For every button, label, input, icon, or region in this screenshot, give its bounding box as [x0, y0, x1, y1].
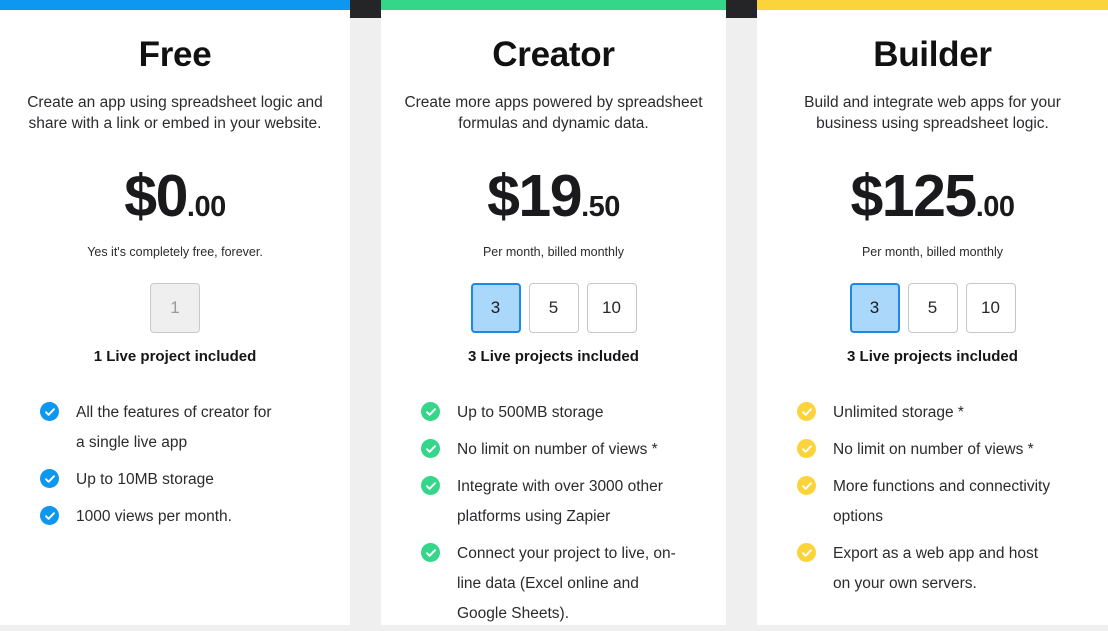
- card-accent-bar: [381, 0, 726, 10]
- card-body: Builder Build and integrate web apps for …: [757, 10, 1108, 599]
- quantity-option-10[interactable]: 10: [586, 283, 637, 333]
- price-amount: $125: [850, 163, 977, 229]
- pricing-card-creator: Creator Create more apps powered by sprea…: [381, 0, 726, 625]
- feature-item: Integrate with over 3000 other platforms…: [421, 472, 679, 532]
- pricing-card-free: Free Create an app using spreadsheet logi…: [0, 0, 350, 625]
- plan-price: $0.00: [124, 163, 226, 229]
- quantity-option-1: 1: [150, 283, 200, 333]
- feature-item: No limit on number of views *: [797, 435, 1056, 465]
- feature-label: Up to 10MB storage: [76, 471, 214, 488]
- plan-description: Create more apps powered by spreadsheet …: [404, 94, 703, 132]
- check-circle-icon: [40, 506, 59, 525]
- feature-label: Unlimited storage *: [833, 404, 964, 421]
- check-circle-icon: [421, 439, 440, 458]
- check-circle-icon: [40, 469, 59, 488]
- quantity-option-3[interactable]: 3: [470, 283, 521, 333]
- feature-item: Export as a web app and host on your own…: [797, 539, 1056, 599]
- price-cents: .00: [186, 191, 226, 223]
- price-amount: $0: [124, 163, 188, 229]
- card-body: Creator Create more apps powered by sprea…: [381, 10, 726, 625]
- projects-included-note: 1 Live project included: [93, 348, 257, 365]
- pricing-card-builder: Builder Build and integrate web apps for …: [757, 0, 1108, 625]
- projects-included-note: 3 Live projects included: [468, 348, 639, 365]
- feature-list: All the features of creator for a single…: [22, 398, 328, 532]
- feature-label: Up to 500MB storage: [457, 404, 604, 421]
- check-circle-icon: [421, 476, 440, 495]
- price-note: Yes it's completely free, forever.: [87, 245, 263, 259]
- feature-label: 1000 views per month.: [76, 508, 232, 525]
- quantity-option-5[interactable]: 5: [907, 283, 958, 333]
- projects-included-note: 3 Live projects included: [847, 348, 1018, 365]
- price-note: Per month, billed monthly: [861, 245, 1004, 259]
- quantity-option-3[interactable]: 3: [849, 283, 900, 333]
- plan-price: $19.50: [487, 167, 620, 226]
- plan-name: Free: [138, 35, 212, 74]
- price-cents: .00: [975, 191, 1015, 223]
- project-quantity-selector: 3 5 10: [849, 283, 1016, 333]
- feature-list: Unlimited storage * No limit on number of…: [779, 398, 1086, 599]
- check-circle-icon: [40, 402, 59, 421]
- price-cents: .50: [581, 191, 620, 223]
- plan-price: $125.00: [850, 163, 1015, 229]
- plan-name: Builder: [873, 35, 992, 74]
- feature-item: No limit on number of views *: [421, 435, 679, 465]
- feature-item: Connect your project to live, on-line da…: [421, 539, 679, 625]
- quantity-option-5[interactable]: 5: [528, 283, 579, 333]
- plan-description: Create an app using spreadsheet logic an…: [27, 94, 323, 132]
- pricing-plans-row: Free Create an app using spreadsheet logi…: [0, 0, 1108, 631]
- check-circle-icon: [797, 476, 816, 495]
- feature-label: All the features of creator for a single…: [76, 404, 272, 451]
- feature-item: Up to 10MB storage: [40, 465, 278, 495]
- project-quantity-selector: 1: [150, 283, 200, 333]
- feature-label: No limit on number of views *: [457, 441, 658, 458]
- feature-label: No limit on number of views *: [833, 441, 1034, 458]
- card-accent-bar: [0, 0, 350, 10]
- plan-name: Creator: [492, 35, 615, 74]
- check-circle-icon: [421, 543, 440, 562]
- check-circle-icon: [797, 543, 816, 562]
- feature-item: Unlimited storage *: [797, 398, 1056, 428]
- price-note: Per month, billed monthly: [482, 245, 625, 259]
- feature-item: All the features of creator for a single…: [40, 398, 278, 458]
- check-circle-icon: [797, 402, 816, 421]
- card-body: Free Create an app using spreadsheet logi…: [0, 10, 350, 532]
- feature-item: More functions and connectivity options: [797, 472, 1056, 532]
- quantity-option-10[interactable]: 10: [965, 283, 1016, 333]
- check-circle-icon: [421, 402, 440, 421]
- price-amount: $19: [487, 163, 582, 229]
- feature-label: More functions and connectivity options: [833, 478, 1051, 525]
- check-circle-icon: [797, 439, 816, 458]
- plan-description: Build and integrate web apps for your bu…: [804, 94, 1061, 132]
- card-accent-bar: [757, 0, 1108, 10]
- feature-list: Up to 500MB storage No limit on number of…: [403, 398, 704, 625]
- feature-label: Connect your project to live, on-line da…: [457, 545, 676, 622]
- feature-label: Export as a web app and host on your own…: [833, 545, 1039, 592]
- feature-item: 1000 views per month.: [40, 502, 278, 532]
- feature-label: Integrate with over 3000 other platforms…: [457, 478, 663, 525]
- feature-item: Up to 500MB storage: [421, 398, 679, 428]
- project-quantity-selector: 3 5 10: [470, 283, 637, 333]
